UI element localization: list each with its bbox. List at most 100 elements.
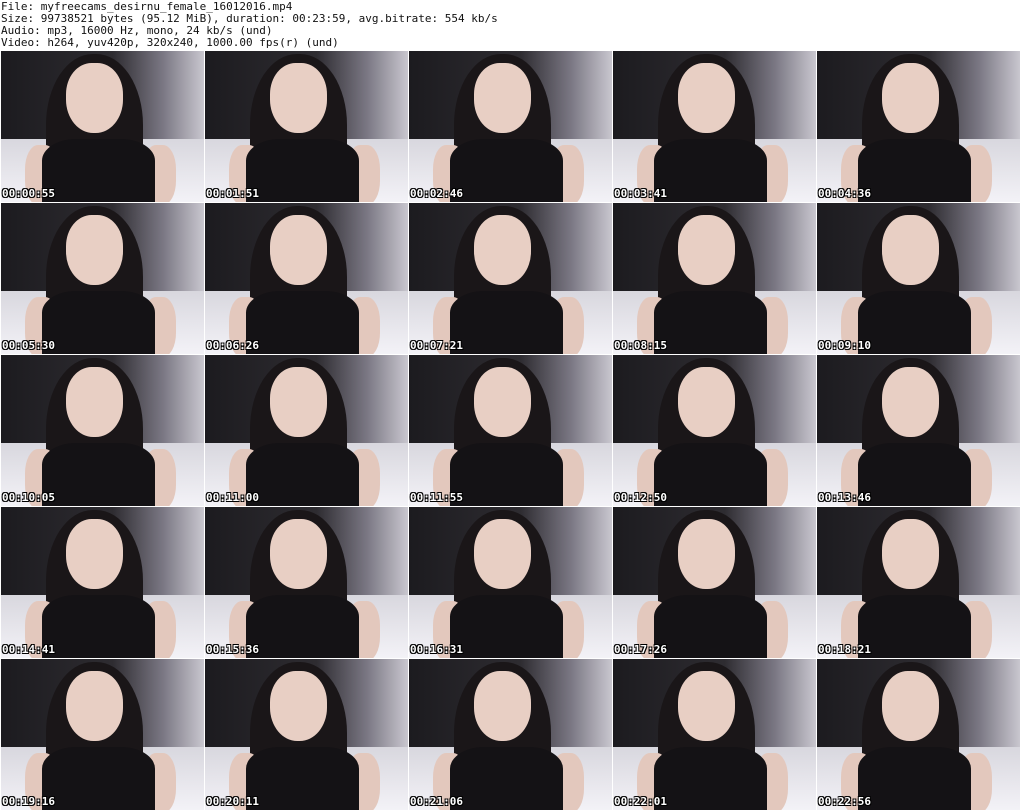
timestamp-label: 00:18:21 [818, 643, 871, 656]
timestamp-label: 00:20:11 [206, 795, 259, 808]
person-face [473, 367, 531, 437]
video-thumbnail: 00:08:15 [613, 203, 816, 354]
timestamp-label: 00:03:41 [614, 187, 667, 200]
thumbnail-grid: 00:00:55 00:01:51 00:02:46 00:03:41 00:04:36… [1, 51, 1023, 811]
video-thumbnail: 00:07:21 [409, 203, 612, 354]
video-thumbnail: 00:18:21 [817, 507, 1020, 658]
person-top [245, 290, 360, 354]
person-face [65, 367, 123, 437]
person-face [65, 671, 123, 741]
video-thumbnail: 00:21:06 [409, 659, 612, 810]
video-thumbnail: 00:01:51 [205, 51, 408, 202]
person-face [269, 215, 327, 285]
person-face [473, 519, 531, 589]
video-thumbnail: 00:20:11 [205, 659, 408, 810]
person-top [245, 138, 360, 202]
timestamp-label: 00:08:15 [614, 339, 667, 352]
person-face [269, 367, 327, 437]
person-top [245, 442, 360, 506]
person-face [65, 63, 123, 133]
video-info-line: Video: h264, yuv420p, 320x240, 1000.00 f… [1, 36, 339, 49]
video-thumbnail: 00:16:31 [409, 507, 612, 658]
video-thumbnail: 00:14:41 [1, 507, 204, 658]
person-face [677, 519, 735, 589]
video-thumbnail: 00:11:55 [409, 355, 612, 506]
timestamp-label: 00:04:36 [818, 187, 871, 200]
person-face [677, 63, 735, 133]
person-top [449, 290, 564, 354]
timestamp-label: 00:22:56 [818, 795, 871, 808]
timestamp-label: 00:22:01 [614, 795, 667, 808]
video-thumbnail: 00:02:46 [409, 51, 612, 202]
person-face [881, 519, 939, 589]
timestamp-label: 00:16:31 [410, 643, 463, 656]
person-top [857, 746, 972, 810]
person-top [449, 442, 564, 506]
timestamp-label: 00:09:10 [818, 339, 871, 352]
video-thumbnail: 00:06:26 [205, 203, 408, 354]
person-face [269, 671, 327, 741]
person-top [245, 594, 360, 658]
file-info-header: File: myfreecams_desirnu_female_16012016… [0, 0, 1024, 50]
person-top [653, 594, 768, 658]
person-face [881, 215, 939, 285]
person-face [269, 519, 327, 589]
person-top [449, 594, 564, 658]
person-face [269, 63, 327, 133]
timestamp-label: 00:11:55 [410, 491, 463, 504]
timestamp-label: 00:17:26 [614, 643, 667, 656]
video-thumbnail: 00:00:55 [1, 51, 204, 202]
person-top [857, 290, 972, 354]
timestamp-label: 00:02:46 [410, 187, 463, 200]
video-thumbnail: 00:22:56 [817, 659, 1020, 810]
video-thumbnail: 00:13:46 [817, 355, 1020, 506]
timestamp-label: 00:10:05 [2, 491, 55, 504]
video-thumbnail: 00:05:30 [1, 203, 204, 354]
person-face [473, 63, 531, 133]
person-face [881, 63, 939, 133]
video-thumbnail: 00:09:10 [817, 203, 1020, 354]
timestamp-label: 00:01:51 [206, 187, 259, 200]
video-thumbnail: 00:22:01 [613, 659, 816, 810]
person-top [41, 290, 156, 354]
person-top [653, 442, 768, 506]
video-thumbnail: 00:03:41 [613, 51, 816, 202]
person-face [677, 671, 735, 741]
timestamp-label: 00:21:06 [410, 795, 463, 808]
person-top [653, 138, 768, 202]
person-top [41, 746, 156, 810]
person-face [473, 671, 531, 741]
timestamp-label: 00:00:55 [2, 187, 55, 200]
timestamp-label: 00:19:16 [2, 795, 55, 808]
video-thumbnail: 00:12:50 [613, 355, 816, 506]
person-face [473, 215, 531, 285]
person-face [881, 671, 939, 741]
timestamp-label: 00:11:00 [206, 491, 259, 504]
timestamp-label: 00:14:41 [2, 643, 55, 656]
video-thumbnail: 00:11:00 [205, 355, 408, 506]
person-top [41, 594, 156, 658]
person-face [677, 215, 735, 285]
person-top [653, 290, 768, 354]
person-top [857, 442, 972, 506]
person-top [857, 138, 972, 202]
person-top [245, 746, 360, 810]
video-thumbnail: 00:04:36 [817, 51, 1020, 202]
video-thumbnail: 00:15:36 [205, 507, 408, 658]
timestamp-label: 00:07:21 [410, 339, 463, 352]
person-top [857, 594, 972, 658]
timestamp-label: 00:12:50 [614, 491, 667, 504]
person-face [65, 519, 123, 589]
person-top [41, 442, 156, 506]
person-face [677, 367, 735, 437]
video-thumbnail: 00:17:26 [613, 507, 816, 658]
person-top [449, 746, 564, 810]
timestamp-label: 00:05:30 [2, 339, 55, 352]
video-thumbnail: 00:19:16 [1, 659, 204, 810]
timestamp-label: 00:15:36 [206, 643, 259, 656]
person-face [881, 367, 939, 437]
person-top [41, 138, 156, 202]
timestamp-label: 00:13:46 [818, 491, 871, 504]
timestamp-label: 00:06:26 [206, 339, 259, 352]
person-top [653, 746, 768, 810]
